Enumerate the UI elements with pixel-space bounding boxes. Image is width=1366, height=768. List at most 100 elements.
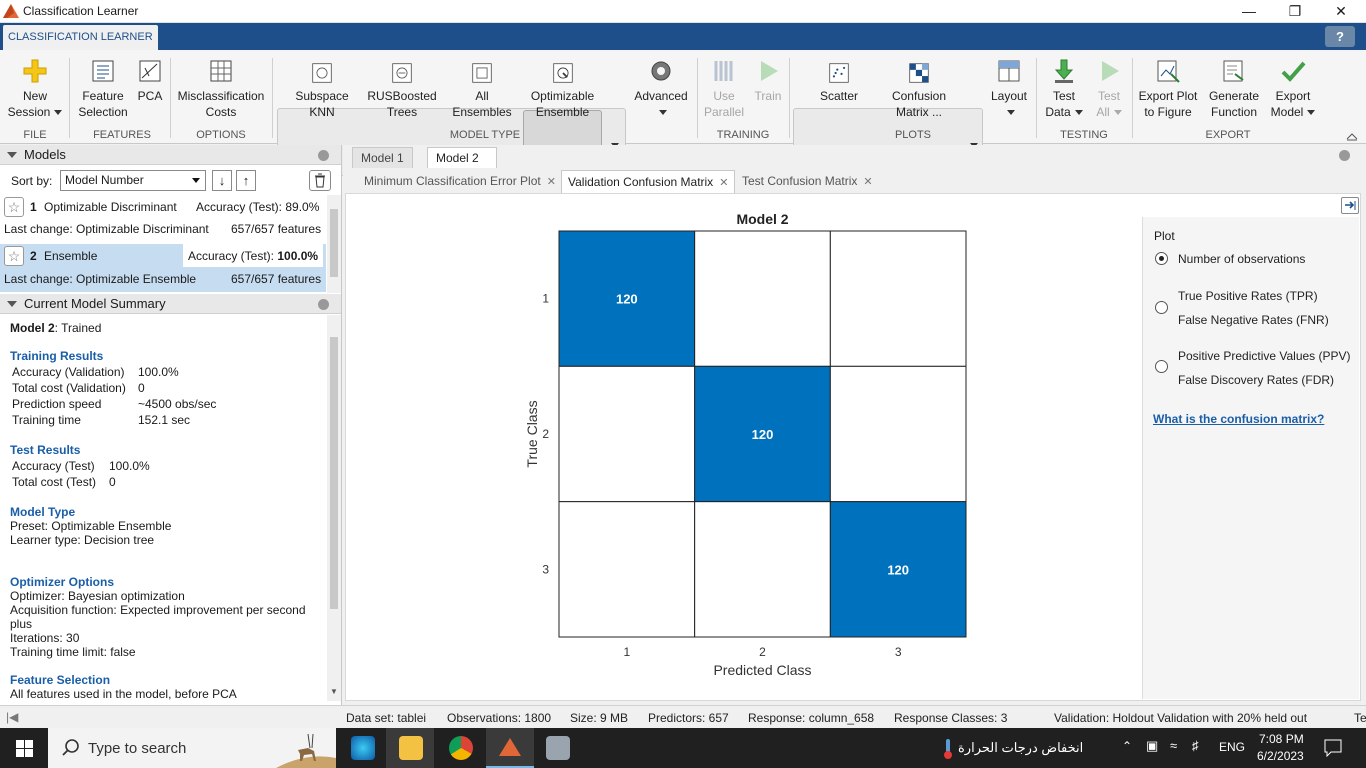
- matlab-logo-icon: [3, 4, 19, 18]
- tab-test-confusion-matrix[interactable]: Test Confusion Matrix ✕: [736, 170, 879, 193]
- advanced-button[interactable]: Advanced: [632, 58, 690, 120]
- radio-number-of-observations[interactable]: [1155, 252, 1168, 265]
- confusion-matrix-icon: [909, 63, 929, 83]
- sort-by-select[interactable]: Model Number: [60, 170, 206, 191]
- toggle-panel-button[interactable]: [1341, 197, 1359, 214]
- sort-ascending-icon[interactable]: ↑: [236, 170, 256, 191]
- layout-icon: [998, 60, 1020, 82]
- export-model-button[interactable]: Export Model: [1266, 58, 1320, 120]
- clock-date[interactable]: 6/2/2023: [1257, 749, 1304, 763]
- plot-options-panel: Plot Number of observations True Positiv…: [1142, 217, 1359, 699]
- taskbar-search[interactable]: Type to search: [48, 728, 336, 768]
- use-parallel-button[interactable]: Use Parallel: [704, 58, 744, 120]
- close-tab-icon[interactable]: ✕: [863, 176, 872, 188]
- tab-model-1[interactable]: Model 1: [352, 147, 413, 168]
- language-indicator[interactable]: ENG: [1219, 740, 1245, 754]
- rusboosted-trees-button[interactable]: RUSBoosted Trees: [364, 62, 440, 120]
- close-tab-icon[interactable]: ✕: [547, 176, 556, 188]
- tray-chevron-icon[interactable]: ⌃: [1122, 739, 1132, 753]
- chrome-browser-icon[interactable]: [449, 736, 473, 760]
- close-tab-icon[interactable]: ✕: [719, 177, 728, 189]
- optimizer-options-header: Optimizer Options: [10, 575, 115, 589]
- tab-min-classification-error-plot[interactable]: Minimum Classification Error Plot ✕: [358, 170, 562, 193]
- ribbon-tabstrip: CLASSIFICATION LEARNER ?: [0, 23, 1366, 50]
- matrix-value-3-3: 120: [887, 562, 909, 577]
- tab-model-2[interactable]: Model 2: [427, 147, 497, 168]
- camera-icon[interactable]: ▣: [1146, 738, 1158, 754]
- group-file-label: FILE: [23, 129, 47, 141]
- models-scrollbar[interactable]: [327, 195, 341, 293]
- summary-scrollbar[interactable]: ▼: [327, 315, 341, 701]
- group-testing-label: TESTING: [1060, 129, 1108, 141]
- play-icon: [761, 61, 778, 81]
- list-icon: [92, 60, 114, 82]
- status-truncated: Te: [1354, 711, 1366, 725]
- model-document-tabs: Model 1 Model 2: [343, 145, 1366, 168]
- weather-text[interactable]: انخفاض درجات الحرارة: [958, 740, 1083, 756]
- train-button[interactable]: Train: [750, 58, 786, 104]
- feature-selection-button[interactable]: Feature Selection: [78, 58, 128, 120]
- pca-button[interactable]: PCA: [134, 58, 166, 104]
- file-explorer-icon[interactable]: [399, 736, 423, 760]
- radio-tpr-fnr[interactable]: [1155, 301, 1168, 314]
- model-list-item-2[interactable]: ☆ 2 Ensemble Accuracy (Test): 100.0% Las…: [0, 244, 326, 292]
- summary-content: Model 2: Trained Training Results Accura…: [10, 321, 306, 701]
- close-doc-icon[interactable]: [1339, 150, 1350, 161]
- confusion-matrix-button[interactable]: Confusion Matrix ...: [884, 62, 954, 120]
- help-confusion-matrix-link[interactable]: What is the confusion matrix?: [1153, 412, 1324, 426]
- wifi-icon[interactable]: ≈: [1170, 738, 1177, 753]
- search-icon: [62, 739, 79, 756]
- layout-button[interactable]: Layout: [988, 58, 1030, 120]
- windows-start-icon[interactable]: [16, 740, 33, 757]
- minimize-button[interactable]: —: [1226, 0, 1272, 23]
- clock-time[interactable]: 7:08 PM: [1259, 732, 1304, 746]
- plot-tabs: Minimum Classification Error Plot ✕ Valid…: [343, 168, 1366, 193]
- all-ensembles-button[interactable]: All Ensembles: [448, 62, 516, 120]
- tab-classification-learner[interactable]: CLASSIFICATION LEARNER: [3, 25, 158, 50]
- generate-function-button[interactable]: Generate Function: [1206, 58, 1262, 120]
- close-button[interactable]: ✕: [1318, 0, 1364, 23]
- sort-descending-icon[interactable]: ↓: [212, 170, 232, 191]
- close-models-icon[interactable]: [318, 150, 329, 161]
- optimizable-ensemble-button[interactable]: Optimizable Ensemble: [523, 62, 602, 120]
- matlab-taskbar-icon[interactable]: [498, 736, 522, 760]
- matrix-cell-3-2: [694, 501, 831, 638]
- app-window-icon[interactable]: [546, 736, 570, 760]
- y-tick-label-1: 1: [542, 292, 549, 306]
- y-axis-label: True Class: [524, 400, 540, 467]
- trash-icon: [315, 173, 325, 188]
- delete-model-button[interactable]: [309, 170, 331, 191]
- y-tick-label-2: 2: [542, 427, 549, 441]
- x-tick-label-2: 2: [759, 645, 766, 659]
- misclassification-costs-button[interactable]: Misclassification Costs: [176, 58, 266, 120]
- summary-section-header[interactable]: Current Model Summary: [0, 294, 341, 314]
- export-plot-button[interactable]: Export Plot to Figure: [1137, 58, 1199, 120]
- notifications-icon[interactable]: [1324, 739, 1342, 757]
- antelope-illustration-icon: [276, 733, 336, 768]
- status-predictors: Predictors: 657: [648, 711, 729, 725]
- test-all-button[interactable]: Test All: [1090, 58, 1128, 120]
- new-session-button[interactable]: New Session: [6, 58, 64, 120]
- favorite-star-icon[interactable]: ☆: [4, 197, 24, 217]
- models-section-header[interactable]: Models: [0, 145, 341, 165]
- edge-browser-icon[interactable]: [351, 736, 375, 760]
- matrix-value-1-1: 120: [616, 292, 638, 307]
- checkmark-icon: [1281, 61, 1306, 82]
- help-button[interactable]: ?: [1325, 26, 1355, 47]
- model-list-item-1[interactable]: ☆ 1 Optimizable Discriminant Accuracy (T…: [0, 195, 326, 243]
- scatter-button[interactable]: Scatter: [806, 62, 872, 104]
- confusion-matrix-chart[interactable]: Model 2 120 120 120 1 2 3 1 2 3 Predicted Class Tru…: [346, 194, 1136, 684]
- boost-trees-icon: [392, 63, 412, 83]
- collapse-left-icon[interactable]: |◀: [6, 710, 18, 724]
- favorite-star-icon[interactable]: ☆: [4, 246, 24, 266]
- volume-icon[interactable]: ♯: [1192, 738, 1199, 753]
- maximize-button[interactable]: ❐: [1272, 0, 1318, 23]
- radio-ppv-fdr[interactable]: [1155, 360, 1168, 373]
- tab-validation-confusion-matrix[interactable]: Validation Confusion Matrix ✕: [561, 170, 736, 193]
- matrix-cell-1-3: [829, 230, 967, 367]
- subspace-knn-button[interactable]: Subspace KNN: [287, 62, 357, 120]
- windows-taskbar: Type to search انخفاض درجات الحرارة ⌃ ▣ …: [0, 728, 1366, 768]
- close-summary-icon[interactable]: [318, 299, 329, 310]
- test-data-button[interactable]: Test Data: [1042, 58, 1086, 120]
- collapse-ribbon-icon[interactable]: [1346, 130, 1358, 141]
